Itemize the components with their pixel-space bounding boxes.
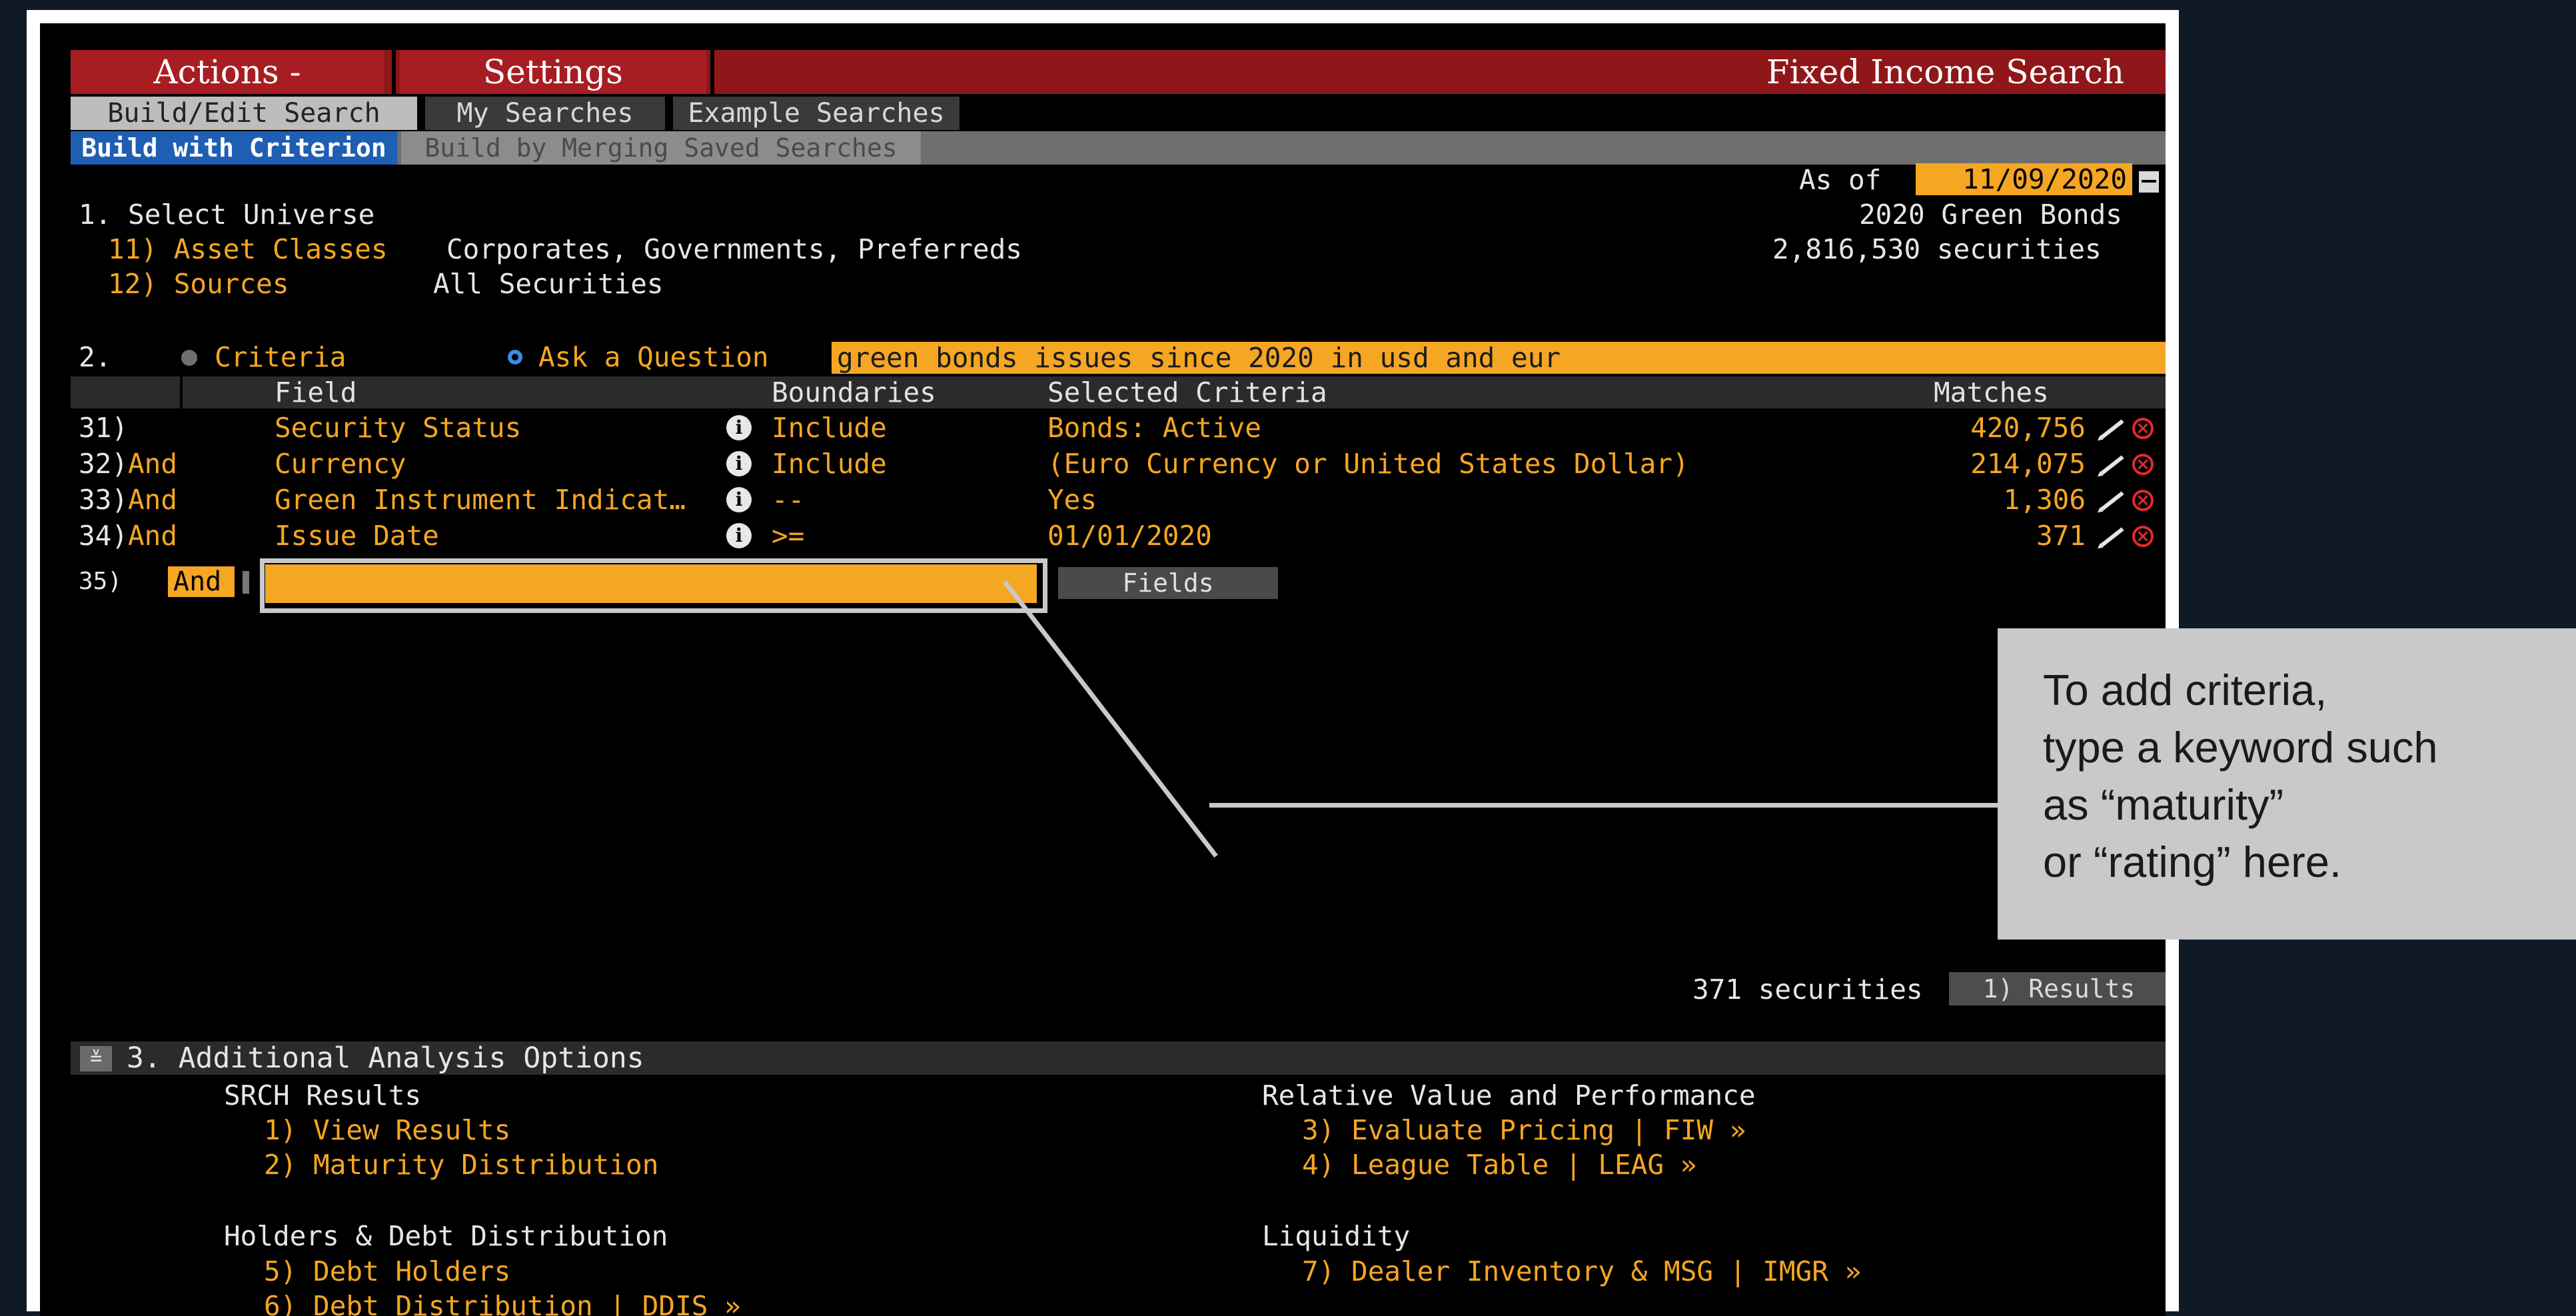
subtab-build-with-criterion[interactable]: Build with Criterion [71, 131, 397, 165]
menu-divider [392, 50, 396, 94]
criteria-option-label[interactable]: Criteria [215, 340, 346, 374]
row-matches: 371 [2036, 520, 2086, 552]
as-of-date-field[interactable]: 11/09/2020 [1916, 163, 2132, 195]
as-of-label: As of [1799, 164, 1882, 196]
ask-question-label[interactable]: Ask a Question [538, 340, 769, 374]
question-input[interactable]: green bonds issues since 2020 in usd and… [832, 342, 2166, 374]
search-name: 2020 Green Bonds [1859, 199, 2122, 231]
callout-line: as “maturity” [2043, 780, 2284, 829]
row-matches: 214,075 [1970, 448, 2086, 480]
maturity-distribution-link[interactable]: 2) Maturity Distribution [264, 1148, 658, 1181]
row-and[interactable]: And [128, 483, 177, 516]
criteria-radio[interactable] [181, 350, 197, 366]
edit-icon[interactable] [2100, 419, 2124, 439]
header-selected-criteria: Selected Criteria [1047, 376, 1327, 408]
collapse-icon[interactable]: ≚ [80, 1046, 112, 1071]
delete-icon[interactable]: × [2132, 454, 2154, 475]
section-3-title: 3. Additional Analysis Options [127, 1041, 644, 1075]
row-criteria[interactable]: Bonds: Active [1047, 411, 1261, 444]
row-boundary[interactable]: Include [772, 411, 887, 444]
terminal-window: Actions - Settings Fixed Income Search B… [40, 23, 2166, 1316]
delete-icon[interactable]: × [2132, 526, 2154, 547]
debt-distribution-link[interactable]: 6) Debt Distribution | DDIS » [264, 1289, 741, 1316]
info-icon[interactable]: i [726, 487, 752, 512]
info-icon[interactable]: i [726, 523, 752, 548]
row-number: 35) [79, 568, 123, 595]
header-divider [180, 376, 183, 408]
view-results-link[interactable]: 1) View Results [264, 1113, 510, 1147]
info-icon[interactable]: i [726, 415, 752, 440]
ask-question-radio[interactable] [508, 350, 522, 364]
row-number: 31) [79, 412, 129, 444]
evaluate-pricing-link[interactable]: 3) Evaluate Pricing | FIW » [1302, 1113, 1746, 1147]
screenshot-frame: Actions - Settings Fixed Income Search B… [27, 10, 2179, 1316]
callout-connector [1209, 803, 2002, 808]
srch-results-heading: SRCH Results [224, 1079, 422, 1111]
subtab-build-by-merging[interactable]: Build by Merging Saved Searches [401, 131, 921, 165]
delete-icon[interactable]: × [2132, 418, 2154, 439]
edit-icon[interactable] [2100, 455, 2124, 475]
header-matches: Matches [1934, 376, 2049, 408]
relative-value-heading: Relative Value and Performance [1262, 1079, 1756, 1111]
settings-menu[interactable]: Settings [400, 50, 706, 94]
sources-value: All Securities [433, 268, 664, 300]
tab-example-searches[interactable]: Example Searches [673, 97, 960, 130]
callout-box: To add criteria, type a keyword such as … [1998, 628, 2576, 940]
tab-build-edit-search[interactable]: Build/Edit Search [71, 97, 417, 130]
debt-holders-link[interactable]: 5) Debt Holders [264, 1255, 510, 1288]
tab-my-searches[interactable]: My Searches [425, 97, 665, 130]
holders-heading: Holders & Debt Distribution [224, 1220, 668, 1252]
row-criteria[interactable]: Yes [1047, 483, 1097, 516]
menu-divider [710, 50, 714, 94]
row-field[interactable]: Security Status [275, 411, 521, 444]
row-number: 32) [79, 448, 129, 480]
asset-classes-value: Corporates, Governments, Preferreds [446, 233, 1022, 265]
dealer-inventory-link[interactable]: 7) Dealer Inventory & MSG | IMGR » [1302, 1255, 1861, 1288]
liquidity-heading: Liquidity [1262, 1220, 1411, 1252]
universe-security-count: 2,816,530 securities [1772, 233, 2102, 265]
row-criteria[interactable]: 01/01/2020 [1047, 519, 1212, 552]
row-field[interactable]: Green Instrument Indicat… [275, 483, 686, 516]
and-selector[interactable]: And [168, 566, 235, 597]
header-field: Field [275, 376, 357, 408]
row-field[interactable]: Currency [275, 447, 406, 480]
row-field[interactable]: Issue Date [275, 519, 439, 552]
result-count: 371 securities [1692, 974, 1923, 1005]
delete-icon[interactable]: × [2132, 490, 2154, 511]
highlight-box [260, 558, 1047, 613]
actions-menu[interactable]: Actions - [71, 50, 384, 94]
row-and[interactable]: And [128, 447, 177, 480]
row-boundary[interactable]: -- [772, 483, 804, 516]
asset-classes-link[interactable]: 11) Asset Classes [108, 233, 388, 266]
row-boundary[interactable]: Include [772, 447, 887, 480]
results-button[interactable]: 1) Results [1949, 972, 2166, 1005]
row-boundary[interactable]: >= [772, 519, 804, 552]
fields-button[interactable]: Fields [1058, 567, 1278, 599]
row-matches: 1,306 [2003, 484, 2086, 516]
league-table-link[interactable]: 4) League Table | LEAG » [1302, 1148, 1696, 1181]
header-boundaries: Boundaries [772, 376, 936, 408]
info-icon[interactable]: i [726, 451, 752, 476]
row-and[interactable]: And [128, 519, 177, 552]
section-select-universe: 1. Select Universe [79, 199, 375, 231]
dropdown-icon[interactable] [243, 571, 249, 594]
section-2-number: 2. [79, 341, 112, 373]
row-number: 34) [79, 520, 129, 552]
page-title: Fixed Income Search [1766, 53, 2124, 91]
edit-icon[interactable] [2100, 527, 2124, 547]
edit-icon[interactable] [2100, 491, 2124, 511]
row-number: 33) [79, 484, 129, 516]
row-criteria[interactable]: (Euro Currency or United States Dollar) [1047, 447, 1689, 480]
callout-line: type a keyword such [2043, 723, 2438, 772]
row-matches: 420,756 [1970, 412, 2086, 444]
sources-link[interactable]: 12) Sources [108, 267, 289, 301]
callout-line: or “rating” here. [2043, 838, 2341, 886]
calendar-icon[interactable] [2139, 171, 2159, 193]
callout-line: To add criteria, [2043, 666, 2327, 714]
